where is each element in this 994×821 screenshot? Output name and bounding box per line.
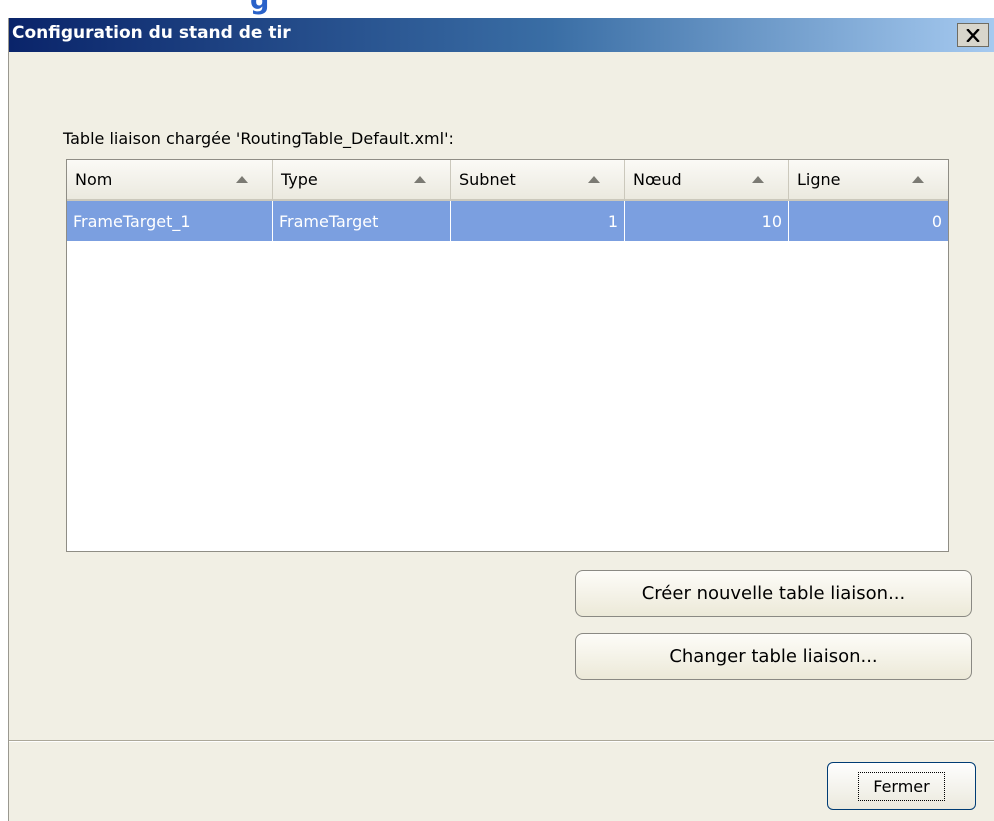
column-header-nom[interactable]: Nom bbox=[67, 160, 273, 201]
close-window-button[interactable] bbox=[957, 23, 989, 47]
sort-asc-icon bbox=[414, 176, 426, 183]
sort-asc-icon bbox=[912, 176, 924, 183]
background-window-title-fragment: g bbox=[250, 0, 270, 16]
table-row[interactable]: FrameTarget_1 FrameTarget 1 10 0 bbox=[67, 201, 948, 241]
close-icon bbox=[966, 28, 980, 42]
column-header-label: Subnet bbox=[459, 170, 516, 189]
background-top-strip: g bbox=[0, 0, 994, 18]
window-title: Configuration du stand de tir bbox=[12, 23, 291, 43]
table-header: Nom Type Subnet Nœud Ligne bbox=[67, 160, 948, 201]
footer-divider bbox=[9, 740, 994, 742]
dialog-body: Table liaison chargée 'RoutingTable_Defa… bbox=[9, 52, 994, 821]
column-header-label: Ligne bbox=[797, 170, 841, 189]
cell-type: FrameTarget bbox=[273, 201, 451, 241]
cell-subnet: 1 bbox=[451, 201, 625, 241]
column-header-ligne[interactable]: Ligne bbox=[789, 160, 948, 201]
cell-noeud: 10 bbox=[625, 201, 789, 241]
column-header-type[interactable]: Type bbox=[273, 160, 451, 201]
column-header-subnet[interactable]: Subnet bbox=[451, 160, 625, 201]
title-bar[interactable]: Configuration du stand de tir bbox=[9, 18, 994, 52]
create-table-button[interactable]: Créer nouvelle table liaison... bbox=[575, 570, 972, 617]
column-header-noeud[interactable]: Nœud bbox=[625, 160, 789, 201]
cell-ligne: 0 bbox=[789, 201, 948, 241]
dialog-window: Configuration du stand de tir Table liai… bbox=[8, 18, 994, 821]
sort-asc-icon bbox=[752, 176, 764, 183]
routing-table: Nom Type Subnet Nœud Ligne FrameTarget_1… bbox=[66, 159, 949, 552]
cell-nom: FrameTarget_1 bbox=[67, 201, 273, 241]
routing-table-caption: Table liaison chargée 'RoutingTable_Defa… bbox=[63, 129, 454, 148]
close-button[interactable]: Fermer bbox=[827, 762, 976, 810]
change-table-button[interactable]: Changer table liaison... bbox=[575, 633, 972, 680]
column-header-label: Nœud bbox=[633, 170, 682, 189]
column-header-label: Type bbox=[281, 170, 318, 189]
sort-asc-icon bbox=[236, 176, 248, 183]
sort-asc-icon bbox=[588, 176, 600, 183]
column-header-label: Nom bbox=[75, 170, 113, 189]
close-button-label: Fermer bbox=[858, 771, 945, 801]
